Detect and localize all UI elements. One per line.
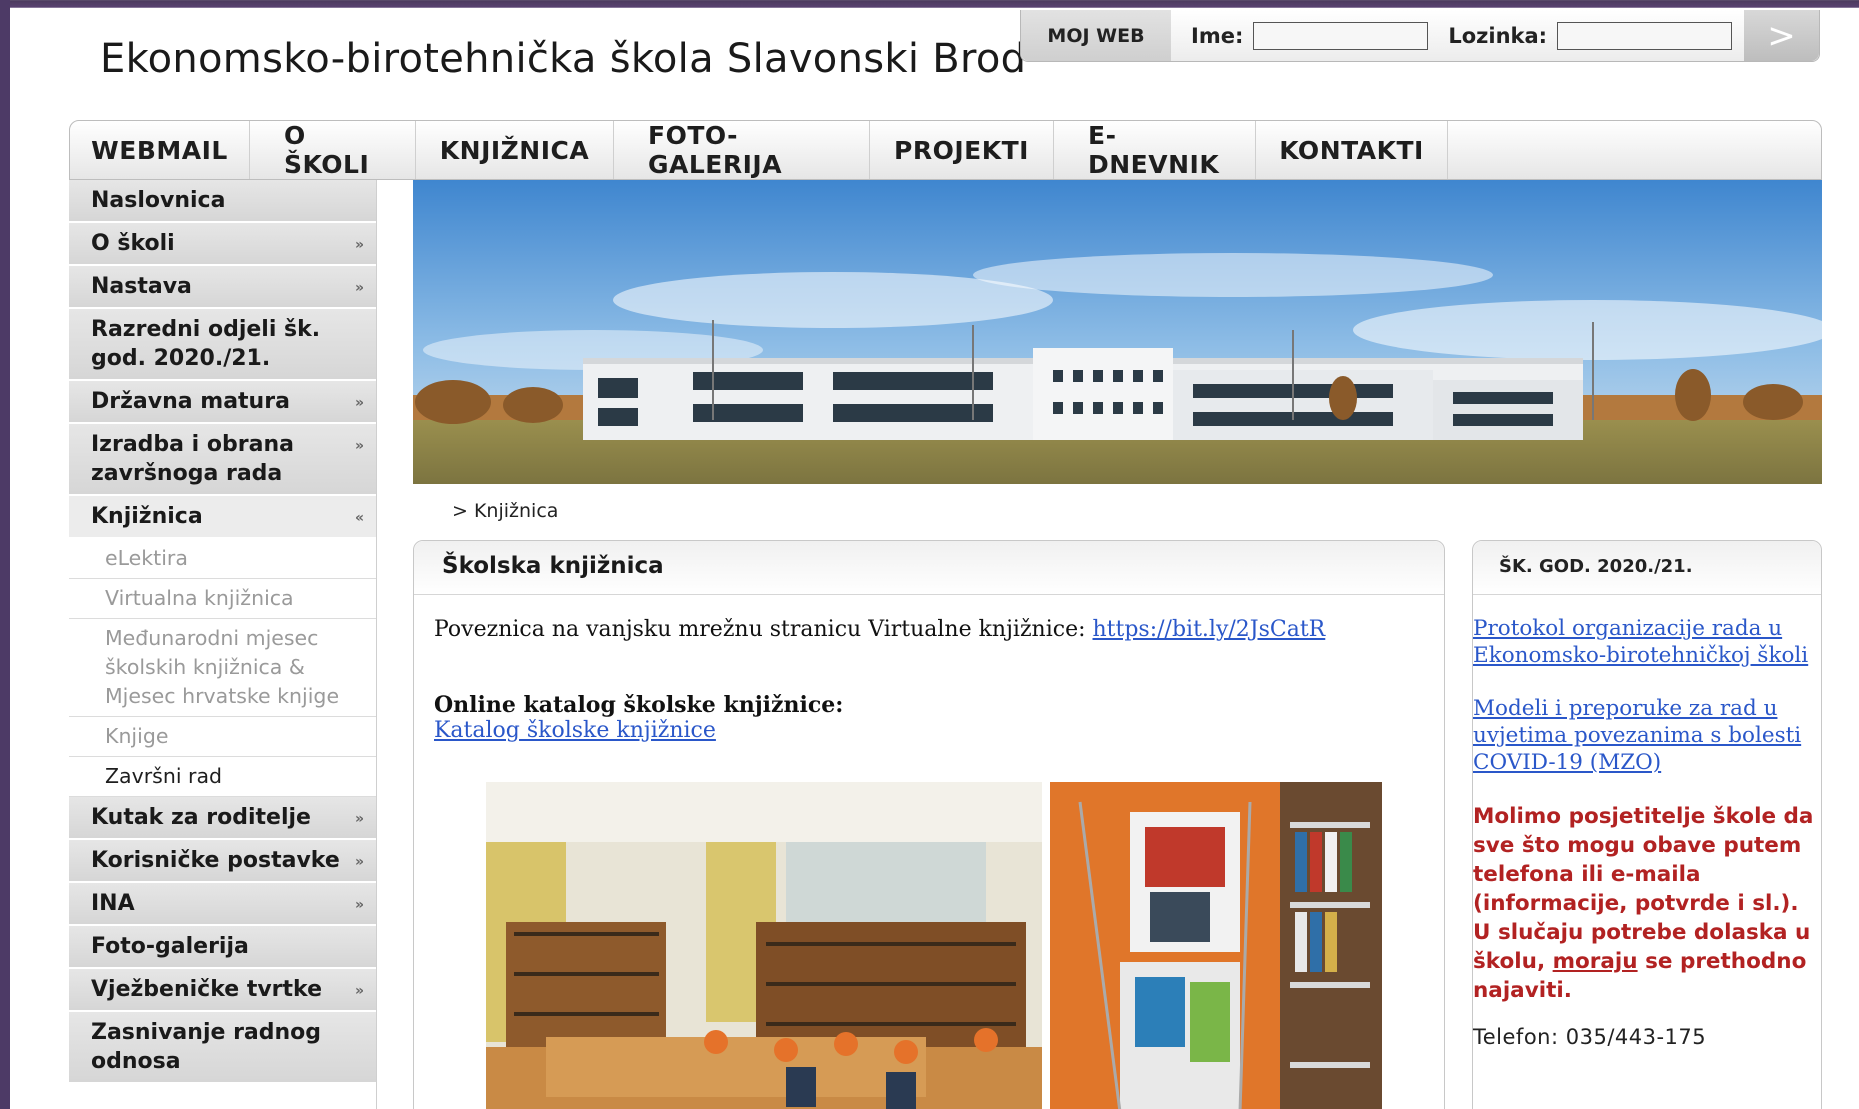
sidebar-item-label: Razredni odjeli šk. god. 2020./21.: [91, 317, 321, 371]
intro-text: Poveznica na vanjsku mrežnu stranicu Vir…: [434, 617, 1093, 642]
main-nav: WEBMAIL O ŠKOLI KNJIŽNICA FOTO-GALERIJA …: [69, 120, 1822, 180]
window-frame: [0, 0, 10, 1109]
sidebar-item-label: Korisničke postavke: [91, 848, 340, 873]
sidebar-item-label: Državna matura: [91, 389, 290, 414]
nav-webmail[interactable]: WEBMAIL: [70, 121, 250, 179]
main-content-panel: Školska knjižnica Poveznica na vanjsku m…: [413, 540, 1445, 1109]
sidebar-item-knjiznica[interactable]: Knjižnica «: [69, 496, 376, 539]
sidebar-item-zasnivanje-radnog-odnosa[interactable]: Zasnivanje radnog odnosa: [69, 1012, 376, 1084]
chevron-down-icon: »: [354, 983, 364, 999]
catalog-heading: Online katalog školske knjižnice:: [434, 692, 844, 718]
sidebar-item-naslovnica[interactable]: Naslovnica: [69, 180, 376, 223]
username-input[interactable]: [1253, 21, 1429, 50]
password-label: Lozinka:: [1448, 23, 1548, 48]
covid-guidelines-link[interactable]: Modeli i preporuke za rad u uvjetima pov…: [1473, 695, 1821, 776]
nav-foto-galerija[interactable]: FOTO-GALERIJA: [614, 121, 870, 179]
school-year-body: Protokol organizacije rada u Ekonomsko-b…: [1473, 595, 1821, 1049]
panel-body: Poveznica na vanjsku mrežnu stranicu Vir…: [414, 595, 1444, 765]
sidebar-item-razredni-odjeli[interactable]: Razredni odjeli šk. god. 2020./21.: [69, 309, 376, 381]
sidebar-item-zavrsni-rad[interactable]: Izradba i obrana završnoga rada »: [69, 424, 376, 496]
sidebar-item-label: Vježbeničke tvrtke: [91, 977, 323, 1002]
sidebar-subitem-zavrsni-rad[interactable]: Završni rad: [69, 757, 376, 797]
school-year-panel: ŠK. GOD. 2020./21. Protokol organizacije…: [1472, 540, 1822, 1109]
sidebar-item-label: Nastava: [91, 274, 192, 299]
sidebar-item-label: Kutak za roditelje: [91, 805, 311, 830]
panel-title: Školska knjižnica: [414, 541, 1444, 595]
sidebar-subitem-virtualna-knjiznica[interactable]: Virtualna knjižnica: [69, 579, 376, 619]
virtual-library-link[interactable]: https://bit.ly/2JsCatR: [1093, 617, 1326, 642]
sidebar-item-label: Foto-galerija: [91, 934, 249, 959]
login-bar: MOJ WEB Ime: Lozinka: >: [1020, 10, 1820, 62]
visitor-notice: Molimo posjetitelje škole da sve što mog…: [1473, 802, 1821, 1005]
catalog-link[interactable]: Katalog školske knjižnice: [434, 718, 716, 743]
username-label: Ime:: [1191, 23, 1244, 48]
chevron-down-icon: »: [354, 280, 364, 296]
chevron-down-icon: »: [354, 395, 364, 411]
nav-knjiznica[interactable]: KNJIŽNICA: [416, 121, 614, 179]
header-banner-image: [413, 180, 1822, 484]
password-input[interactable]: [1557, 21, 1733, 50]
chevron-down-icon: »: [354, 811, 364, 827]
intro-paragraph: Poveznica na vanjsku mrežnu stranicu Vir…: [434, 617, 1424, 642]
school-year-title: ŠK. GOD. 2020./21.: [1473, 541, 1821, 595]
sidebar-item-ina[interactable]: INA »: [69, 883, 376, 926]
sidebar-item-label: O školi: [91, 231, 175, 256]
site-title[interactable]: Ekonomsko-birotehnička škola Slavonski B…: [100, 36, 1026, 82]
notice-emphasis: moraju: [1552, 949, 1638, 974]
sidebar-item-vjezbenicke-tvrtke[interactable]: Vježbeničke tvrtke »: [69, 969, 376, 1012]
sidebar-item-drzavna-matura[interactable]: Državna matura »: [69, 381, 376, 424]
login-submit-button[interactable]: >: [1744, 10, 1819, 61]
sidebar-item-label: Naslovnica: [91, 188, 226, 213]
chevron-down-icon: »: [354, 438, 364, 454]
sidebar-subitem-elektira[interactable]: eLektira: [69, 539, 376, 579]
sidebar-subitem-knjige[interactable]: Knjige: [69, 717, 376, 757]
sidebar: Naslovnica O školi » Nastava » Razredni od…: [69, 180, 377, 1109]
page: Ekonomsko-birotehnička škola Slavonski B…: [10, 8, 1859, 1109]
chevron-down-icon: »: [354, 237, 364, 253]
nav-kontakti[interactable]: KONTAKTI: [1256, 121, 1448, 179]
sidebar-item-label: Izradba i obrana završnoga rada: [91, 432, 294, 486]
sidebar-item-kutak-za-roditelje[interactable]: Kutak za roditelje »: [69, 797, 376, 840]
book-rack-photo: [1050, 782, 1382, 1109]
nav-o-skoli[interactable]: O ŠKOLI: [250, 121, 416, 179]
sidebar-item-nastava[interactable]: Nastava »: [69, 266, 376, 309]
phone-number: Telefon: 035/443-175: [1473, 1025, 1707, 1049]
nav-e-dnevnik[interactable]: E-DNEVNIK: [1054, 121, 1256, 179]
sidebar-item-foto-galerija[interactable]: Foto-galerija: [69, 926, 376, 969]
sidebar-subitem-mjesec-knjiznica[interactable]: Međunarodni mjesec školskih knjižnica & …: [69, 619, 376, 717]
library-room-photo: [486, 782, 1042, 1109]
chevron-up-icon: «: [354, 510, 364, 526]
moj-web-button[interactable]: MOJ WEB: [1021, 10, 1171, 61]
breadcrumb: > Knjižnica: [452, 500, 559, 522]
nav-projekti[interactable]: PROJEKTI: [870, 121, 1054, 179]
sidebar-item-o-skoli[interactable]: O školi »: [69, 223, 376, 266]
protocol-link[interactable]: Protokol organizacije rada u Ekonomsko-b…: [1473, 615, 1821, 669]
sidebar-item-label: Knjižnica: [91, 504, 203, 529]
chevron-down-icon: »: [354, 854, 364, 870]
sidebar-item-label: Zasnivanje radnog odnosa: [91, 1020, 322, 1074]
sidebar-item-label: INA: [91, 891, 135, 916]
sidebar-item-korisnicke-postavke[interactable]: Korisničke postavke »: [69, 840, 376, 883]
library-photos: [486, 782, 1382, 1109]
chevron-down-icon: »: [354, 897, 364, 913]
